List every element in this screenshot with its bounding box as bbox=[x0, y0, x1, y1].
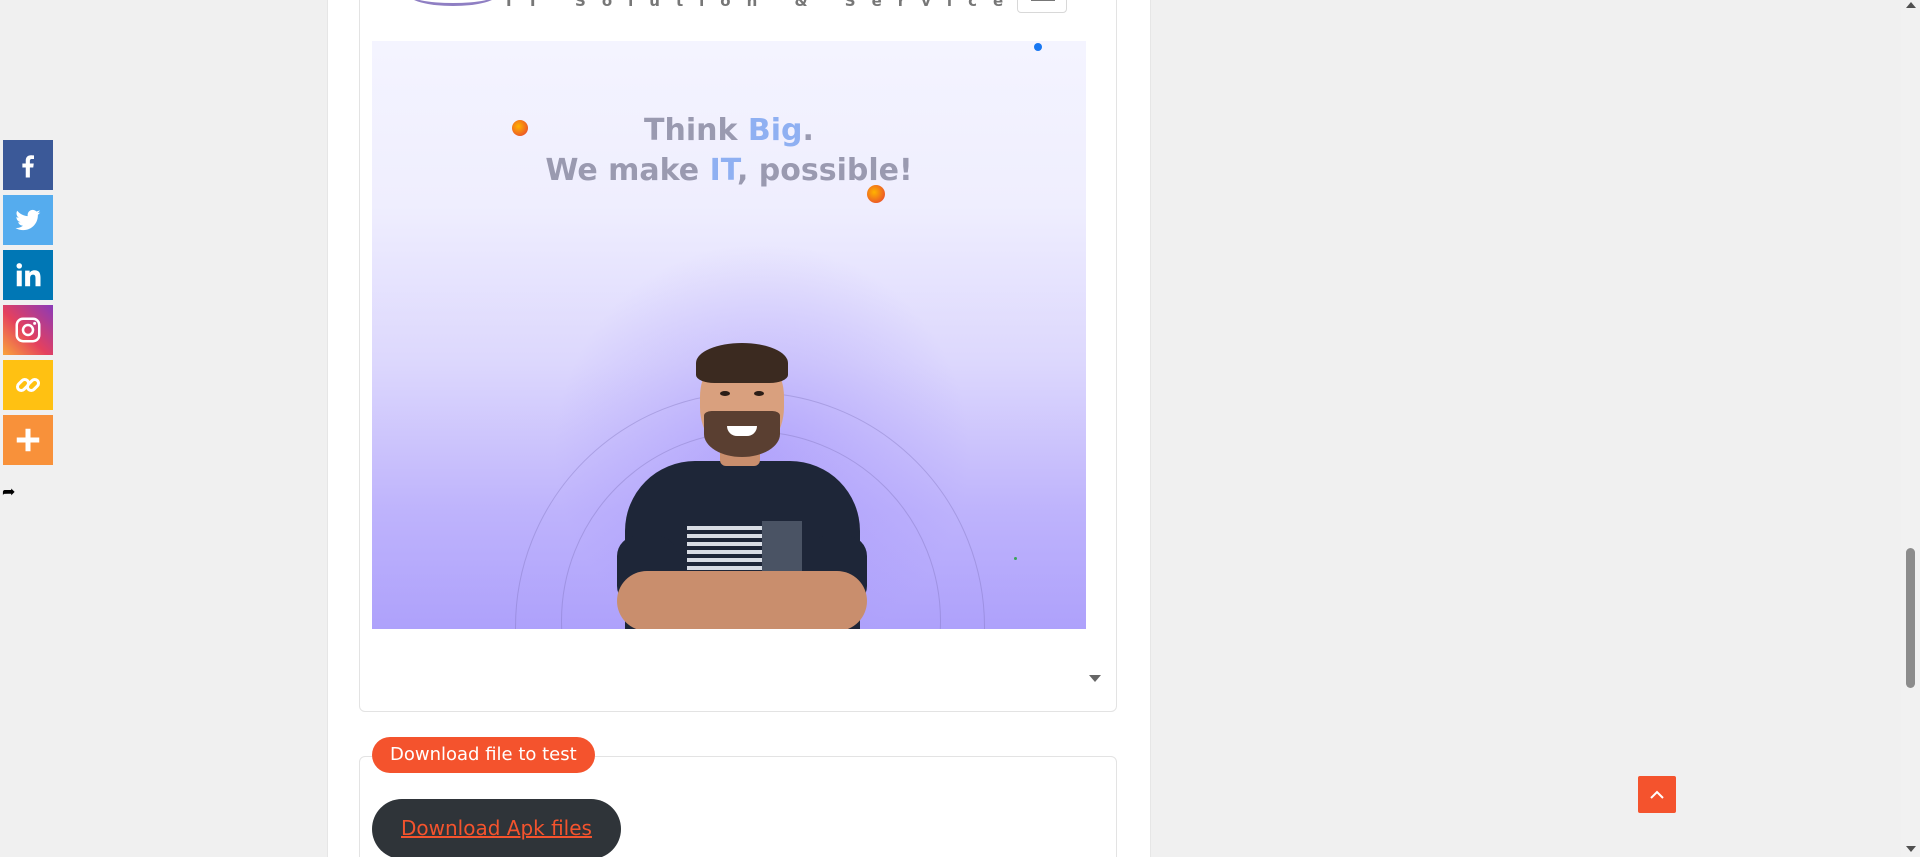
twitter-icon bbox=[15, 209, 41, 231]
share-linkedin-button[interactable] bbox=[3, 250, 53, 300]
copy-link-button[interactable] bbox=[3, 360, 53, 410]
scroll-up-arrow-icon[interactable] bbox=[1906, 2, 1916, 8]
chevron-up-icon bbox=[1650, 790, 1664, 799]
site-logo[interactable]: IT Solution & Services bbox=[402, 0, 1042, 12]
share-facebook-button[interactable] bbox=[3, 140, 53, 190]
frame-scroll-down-icon[interactable] bbox=[1089, 675, 1101, 682]
hero-person-image bbox=[617, 341, 867, 629]
back-to-top-button[interactable] bbox=[1638, 776, 1676, 813]
more-share-button[interactable] bbox=[3, 415, 53, 465]
share-twitter-button[interactable] bbox=[3, 195, 53, 245]
person-shirt-pocket bbox=[762, 521, 802, 576]
hero-headline-line1: Think Big. bbox=[372, 113, 1086, 148]
headline-text: Think bbox=[644, 113, 748, 148]
scrollbar-thumb[interactable] bbox=[1906, 548, 1915, 688]
copy-link-icon bbox=[15, 377, 41, 393]
logo-tagline: IT Solution & Services bbox=[506, 0, 1042, 10]
hero-headline-line2: We make IT, possible! bbox=[372, 153, 1086, 188]
scroll-down-arrow-icon[interactable] bbox=[1906, 846, 1916, 852]
person-eye bbox=[720, 391, 730, 396]
page-scrollbar[interactable] bbox=[1901, 0, 1920, 857]
headline-accent: IT bbox=[709, 153, 737, 188]
facebook-icon bbox=[22, 155, 34, 178]
headline-text: . bbox=[802, 113, 814, 148]
decorative-dot bbox=[1034, 43, 1042, 51]
person-eye bbox=[754, 391, 764, 396]
logo-swoosh bbox=[408, 0, 498, 6]
collapse-arrow-icon[interactable]: ➦ bbox=[2, 482, 15, 502]
instagram-icon bbox=[15, 317, 41, 343]
social-share-bar bbox=[3, 140, 53, 470]
menu-icon bbox=[1031, 0, 1055, 1]
download-apk-button[interactable]: Download Apk files bbox=[372, 799, 621, 857]
headline-text: We make bbox=[545, 153, 710, 188]
headline-text: , possible! bbox=[736, 153, 913, 188]
headline-accent: Big bbox=[747, 113, 803, 148]
person-crossed-arms bbox=[617, 571, 867, 629]
download-file-badge: Download file to test bbox=[372, 737, 595, 773]
decorative-dot bbox=[1014, 557, 1017, 560]
hamburger-menu-button[interactable] bbox=[1017, 0, 1067, 13]
more-icon bbox=[16, 428, 40, 452]
person-hair bbox=[696, 343, 788, 383]
hero-banner: Think Big. We make IT, possible! bbox=[372, 41, 1086, 629]
linkedin-icon bbox=[16, 263, 41, 287]
share-instagram-button[interactable] bbox=[3, 305, 53, 355]
